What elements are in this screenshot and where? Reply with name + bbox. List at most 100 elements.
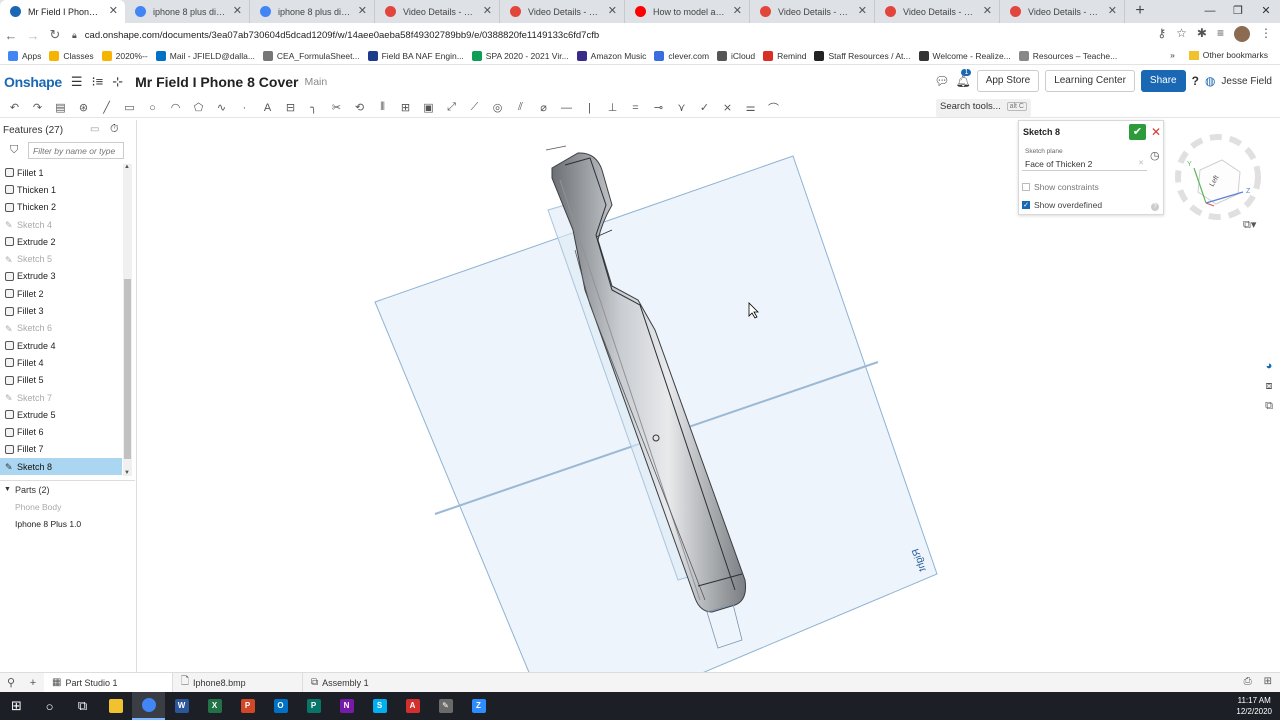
- bookmark-item[interactable]: Classes: [49, 50, 94, 61]
- learning-center-button[interactable]: Learning Center: [1045, 70, 1135, 92]
- construction-icon[interactable]: ⊟: [282, 101, 299, 114]
- close-tab-icon[interactable]: ✕: [608, 4, 617, 17]
- insert-icon[interactable]: ⊹: [112, 74, 123, 90]
- configurations-icon[interactable]: ⧈: [1258, 380, 1280, 400]
- bookmark-star-icon[interactable]: ☆: [1176, 26, 1187, 42]
- vertical-icon[interactable]: |: [581, 102, 598, 114]
- variables-icon[interactable]: ⧉: [1258, 400, 1280, 420]
- close-tab-icon[interactable]: ✕: [983, 4, 992, 17]
- outlook-icon[interactable]: O: [264, 692, 297, 720]
- browser-tab[interactable]: Mr Field I Phone 8 Cover ✕: [0, 0, 125, 23]
- excel-icon[interactable]: X: [198, 692, 231, 720]
- feature-list-scrollbar[interactable]: ▲ ▼: [123, 164, 132, 476]
- pierce-icon[interactable]: ✓: [696, 101, 713, 114]
- restore-icon[interactable]: ❐: [1224, 0, 1252, 23]
- url-field[interactable]: cad.onshape.com/documents/3ea07ab730604d…: [85, 30, 599, 41]
- user-avatar-icon[interactable]: ◍: [1205, 74, 1215, 88]
- app-store-button[interactable]: App Store: [976, 70, 1040, 92]
- browser-tab[interactable]: Video Details - Screenc ✕: [375, 0, 500, 23]
- use-icon[interactable]: ⟲: [351, 101, 368, 114]
- coincident-icon[interactable]: ⟋: [466, 101, 483, 114]
- trim-icon[interactable]: ✂: [328, 101, 345, 114]
- collapse-folder-icon[interactable]: ▭: [90, 124, 99, 135]
- show-overdefined-box[interactable]: ✓: [1022, 201, 1030, 209]
- accept-sketch-button[interactable]: ✔: [1129, 124, 1146, 140]
- equal-icon[interactable]: =: [627, 102, 644, 114]
- feature-filter-input[interactable]: [28, 142, 124, 159]
- extensions-icon[interactable]: ✱: [1197, 26, 1207, 42]
- bookmark-item[interactable]: clever.com: [654, 50, 709, 61]
- spline-tool-icon[interactable]: ∿: [213, 101, 230, 114]
- browser-tab[interactable]: Video Details - Screenc ✕: [875, 0, 1000, 23]
- powerpoint-icon[interactable]: P: [231, 692, 264, 720]
- circle-tool-icon[interactable]: ○: [144, 102, 161, 114]
- onenote-icon[interactable]: N: [330, 692, 363, 720]
- tab-manager-icon[interactable]: ⚲: [0, 676, 22, 689]
- feature-item[interactable]: ✎ Sketch 5: [0, 250, 122, 267]
- bookmark-item[interactable]: Apps: [8, 50, 41, 61]
- close-tab-icon[interactable]: ✕: [1108, 4, 1117, 17]
- reload-icon[interactable]: ↻: [44, 27, 66, 43]
- share-button[interactable]: Share: [1140, 70, 1186, 92]
- bookmark-item[interactable]: Mail - JFIELD@dalla...: [155, 50, 255, 61]
- bookmark-item[interactable]: Staff Resources / At...: [814, 50, 911, 61]
- bookmark-item[interactable]: Amazon Music: [576, 50, 646, 61]
- feature-item[interactable]: Extrude 2: [0, 233, 122, 250]
- acrobat-icon[interactable]: A: [396, 692, 429, 720]
- parallel-icon[interactable]: ⫽: [512, 101, 529, 114]
- concentric-icon[interactable]: ◎: [489, 101, 506, 114]
- notifications-icon[interactable]: 🔔︎ 1: [955, 69, 972, 88]
- appearance-panel-icon[interactable]: ◕: [1258, 360, 1280, 380]
- curvature-icon[interactable]: ⌒: [765, 100, 782, 116]
- browser-tab[interactable]: iphone 8 plus dimensio ✕: [125, 0, 250, 23]
- document-title[interactable]: Mr Field I Phone 8 Cover: [135, 74, 298, 90]
- skype-icon[interactable]: S: [363, 692, 396, 720]
- key-icon[interactable]: ⚷: [1157, 26, 1166, 42]
- system-clock[interactable]: 11:17 AM 12/2/2020: [1236, 695, 1272, 717]
- parts-header[interactable]: ▼ Parts (2): [0, 481, 135, 498]
- bookmark-item[interactable]: 2020%--: [101, 50, 148, 61]
- feature-item[interactable]: Fillet 6: [0, 423, 122, 440]
- feature-item[interactable]: Extrude 3: [0, 268, 122, 285]
- search-icon[interactable]: ○: [33, 692, 66, 720]
- insert-element-icon[interactable]: +: [22, 677, 44, 689]
- show-overdefined-checkbox[interactable]: ✓ Show overdefined: [1022, 200, 1102, 210]
- main-menu-icon[interactable]: ☰: [71, 74, 83, 90]
- feature-item[interactable]: Thicken 2: [0, 199, 122, 216]
- bookmarks-more-icon[interactable]: »: [1170, 50, 1175, 60]
- filter-icon[interactable]: ⛉: [10, 144, 18, 157]
- forward-icon[interactable]: →: [22, 28, 44, 43]
- feature-item[interactable]: ✎ Sketch 6: [0, 320, 122, 337]
- bookmark-item[interactable]: Resources – Teache...: [1018, 50, 1117, 61]
- scroll-thumb[interactable]: [124, 279, 131, 459]
- feature-item[interactable]: Extrude 5: [0, 406, 122, 423]
- part-item[interactable]: Iphone 8 Plus 1.0: [0, 515, 135, 532]
- publisher-icon[interactable]: P: [297, 692, 330, 720]
- search-tools-input[interactable]: Search tools... alt C: [936, 99, 1031, 117]
- bookmark-item[interactable]: CEA_FormulaSheet...: [262, 50, 360, 61]
- horizontal-icon[interactable]: —: [558, 102, 575, 114]
- polygon-tool-icon[interactable]: ⬠: [190, 101, 207, 114]
- sketch-plane-field[interactable]: Sketch plane Face of Thicken 2 ✕: [1022, 146, 1147, 171]
- bookmark-item[interactable]: Field BA NAF Engin...: [367, 50, 464, 61]
- element-tab[interactable]: ⧉ Assembly 1: [302, 672, 432, 693]
- scroll-down-icon[interactable]: ▼: [124, 470, 130, 476]
- line-tool-icon[interactable]: ╱: [98, 101, 115, 114]
- perpendicular-icon[interactable]: ⊥: [604, 101, 621, 114]
- start-icon[interactable]: ⊞: [0, 692, 33, 720]
- part-item[interactable]: Phone Body: [0, 498, 135, 515]
- browser-menu-icon[interactable]: ⋮: [1260, 26, 1272, 42]
- document-list-icon[interactable]: ⁝≡: [91, 74, 103, 90]
- mirror-icon[interactable]: ⫴: [374, 101, 391, 114]
- fix-icon[interactable]: ⚌: [742, 101, 759, 114]
- view-cube[interactable]: Left: [1175, 134, 1261, 220]
- comments-icon[interactable]: 💬︎: [934, 74, 949, 88]
- close-window-icon[interactable]: ✕: [1252, 0, 1280, 23]
- browser-tab[interactable]: Video Details - Screenc ✕: [1000, 0, 1125, 23]
- dimension-icon[interactable]: ⤢: [443, 101, 460, 114]
- midpoint-icon[interactable]: ⊸: [650, 101, 667, 114]
- word-icon[interactable]: W: [165, 692, 198, 720]
- bookmark-item[interactable]: Remind: [763, 50, 806, 61]
- minimize-icon[interactable]: —: [1196, 0, 1224, 23]
- reading-list-icon[interactable]: ≡: [1217, 26, 1224, 42]
